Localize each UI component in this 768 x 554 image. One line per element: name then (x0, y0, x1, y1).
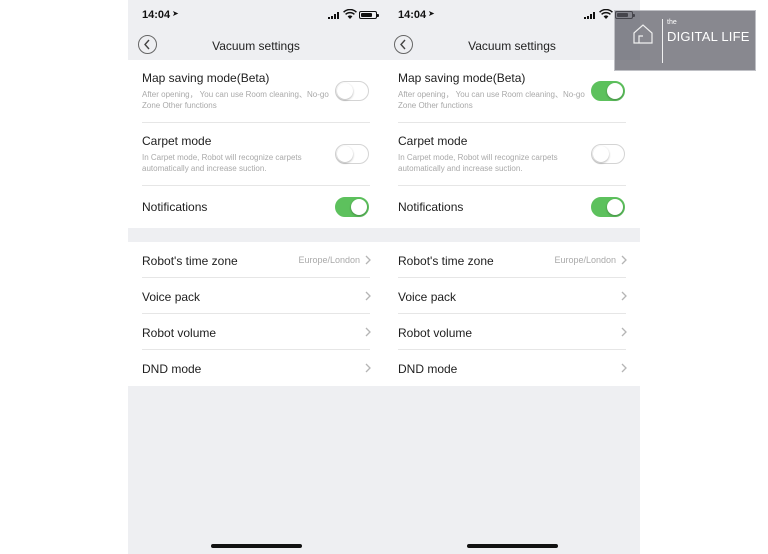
house-logo-icon (633, 24, 653, 44)
time-zone-value: Europe/London (298, 255, 360, 265)
chevron-right-icon (621, 363, 627, 373)
map-saving-row: Map saving mode(Beta) After opening， You… (128, 60, 384, 123)
status-time: 14:04 (142, 9, 171, 21)
location-arrow-icon: ➤ (428, 9, 435, 18)
time-zone-title: Robot's time zone (398, 254, 494, 268)
carpet-mode-toggle[interactable] (591, 144, 625, 164)
chevron-right-icon (365, 327, 371, 337)
voice-pack-row[interactable]: Voice pack (128, 278, 384, 314)
settings-toggles-card: Map saving mode(Beta) After opening， You… (128, 60, 384, 228)
watermark-prefix: the (667, 19, 677, 26)
settings-toggles-card: Map saving mode(Beta) After opening， You… (384, 60, 640, 228)
voice-pack-title: Voice pack (142, 290, 201, 304)
notifications-toggle[interactable] (591, 197, 625, 217)
notifications-row: Notifications (384, 186, 640, 228)
wifi-icon (343, 9, 357, 19)
map-saving-desc: After opening， You can use Room cleaning… (398, 90, 585, 110)
signal-icon (584, 12, 598, 19)
home-indicator[interactable] (467, 544, 558, 548)
robot-volume-row[interactable]: Robot volume (384, 314, 640, 350)
time-zone-value: Europe/London (554, 255, 616, 265)
notifications-row: Notifications (128, 186, 384, 228)
carpet-mode-row: Carpet mode In Carpet mode, Robot will r… (384, 123, 640, 186)
nav-bar: Vacuum settings (384, 32, 640, 60)
chevron-right-icon (621, 327, 627, 337)
status-time: 14:04 (398, 9, 427, 21)
notifications-title: Notifications (398, 200, 464, 214)
home-indicator[interactable] (211, 544, 302, 548)
settings-menu-card: Robot's time zone Europe/London Voice pa… (384, 242, 640, 386)
map-saving-desc: After opening， You can use Room cleaning… (142, 90, 329, 110)
settings-menu-card: Robot's time zone Europe/London Voice pa… (128, 242, 384, 386)
watermark-divider (662, 19, 663, 63)
phone-screen-left: 14:04 ➤ Vacuum settings Map saving mode(… (128, 0, 384, 554)
watermark-name: DIGITAL LIFE (667, 29, 750, 44)
chevron-right-icon (621, 255, 627, 265)
phone-screen-right: 14:04 ➤ Vacuum settings Map saving mode(… (384, 0, 640, 554)
carpet-mode-desc: In Carpet mode, Robot will recognize car… (398, 153, 558, 173)
chevron-right-icon (365, 255, 371, 265)
map-saving-title: Map saving mode(Beta) (398, 71, 526, 85)
location-arrow-icon: ➤ (172, 9, 179, 18)
page-title: Vacuum settings (212, 39, 300, 53)
chevron-right-icon (621, 291, 627, 301)
carpet-mode-desc: In Carpet mode, Robot will recognize car… (142, 153, 302, 173)
chevron-right-icon (365, 363, 371, 373)
carpet-mode-title: Carpet mode (398, 134, 468, 148)
notifications-toggle[interactable] (335, 197, 369, 217)
dnd-mode-row[interactable]: DND mode (384, 350, 640, 386)
robot-volume-row[interactable]: Robot volume (128, 314, 384, 350)
carpet-mode-row: Carpet mode In Carpet mode, Robot will r… (128, 123, 384, 186)
time-zone-row[interactable]: Robot's time zone Europe/London (384, 242, 640, 278)
carpet-mode-title: Carpet mode (142, 134, 212, 148)
voice-pack-row[interactable]: Voice pack (384, 278, 640, 314)
status-bar: 14:04 ➤ (128, 0, 384, 32)
voice-pack-title: Voice pack (398, 290, 457, 304)
digital-life-watermark: the DIGITAL LIFE (614, 10, 756, 71)
nav-bar: Vacuum settings (128, 32, 384, 60)
carpet-mode-toggle[interactable] (335, 144, 369, 164)
notifications-title: Notifications (142, 200, 208, 214)
wifi-icon (599, 9, 613, 19)
map-saving-title: Map saving mode(Beta) (142, 71, 270, 85)
chevron-right-icon (365, 291, 371, 301)
dnd-mode-row[interactable]: DND mode (128, 350, 384, 386)
battery-icon (359, 11, 379, 19)
map-saving-row: Map saving mode(Beta) After opening， You… (384, 60, 640, 123)
status-bar: 14:04 ➤ (384, 0, 640, 32)
dnd-mode-title: DND mode (142, 362, 202, 376)
map-saving-toggle[interactable] (591, 81, 625, 101)
robot-volume-title: Robot volume (142, 326, 217, 340)
dnd-mode-title: DND mode (398, 362, 458, 376)
signal-icon (328, 12, 342, 19)
robot-volume-title: Robot volume (398, 326, 473, 340)
page-title: Vacuum settings (468, 39, 556, 53)
time-zone-title: Robot's time zone (142, 254, 238, 268)
map-saving-toggle[interactable] (335, 81, 369, 101)
time-zone-row[interactable]: Robot's time zone Europe/London (128, 242, 384, 278)
